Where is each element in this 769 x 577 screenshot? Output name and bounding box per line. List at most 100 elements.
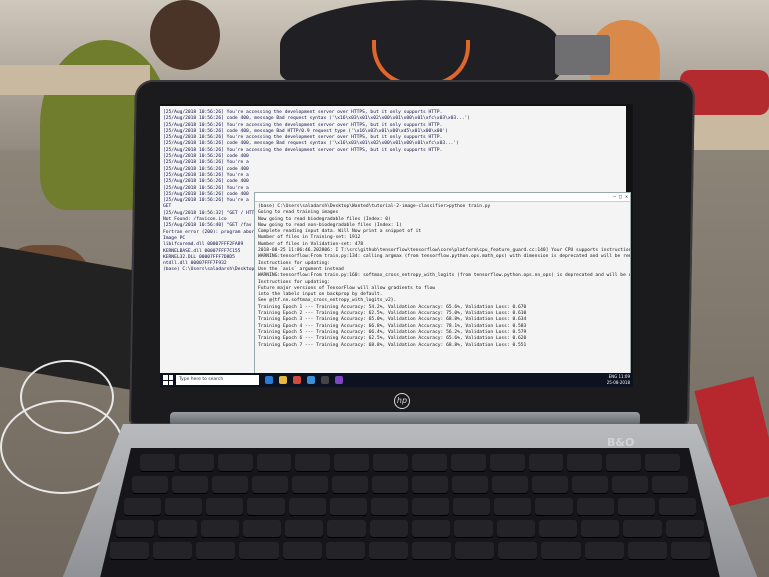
keyboard-key [132,476,168,493]
terminal-title-bar[interactable]: — □ ✕ [255,193,630,202]
laptop-background [555,35,610,75]
keyboard-key [498,542,538,559]
keyboard-key [617,498,655,515]
hp-logo: hp [394,393,410,409]
keyboard-key [541,542,581,559]
clock-time: 11:09 [618,374,630,379]
keyboard-key [576,498,614,515]
keyboard-key [665,520,704,537]
keyboard-key [455,542,495,559]
terminal-foreground: — □ ✕ (base) C:\Users\saladarsh\Desktop\… [254,192,631,376]
keyboard-key [200,520,239,537]
app-icon[interactable] [335,376,343,384]
keyboard-key [327,520,366,537]
terminal-line: Training Epoch 7 --- Training Accuracy: … [258,342,527,348]
edge-icon[interactable] [265,376,273,384]
keyboard-key [217,454,253,471]
keyboard-key [627,542,667,559]
key-row [124,498,696,515]
keyboard-key [492,476,528,493]
keyboard-key [124,498,162,515]
clock-date: 25-08-2018 [606,380,630,385]
keyboard-key [454,520,493,537]
language-indicator: ENG [608,374,618,379]
keyboard-key [496,520,535,537]
table-left [0,65,150,95]
keyboard-key [494,498,532,515]
keyboard [100,448,720,577]
window-controls[interactable]: — □ ✕ [613,193,628,201]
key-row [110,542,710,559]
keyboard-key [369,520,408,537]
taskbar-search-input[interactable]: Type here to search [176,375,259,385]
keyboard-key [212,476,248,493]
keyboard-key [332,476,368,493]
keyboard-key [532,476,568,493]
keyboard-key [411,498,450,515]
keyboard-key [658,498,696,515]
keyboard-key [567,454,603,471]
keyboard-key [581,520,620,537]
key-row [132,476,688,493]
keyboard-key [140,454,175,471]
keyboard-key [450,454,486,471]
keyboard-key [196,542,236,559]
keyboard-key [412,454,447,471]
laptop-screen: [25/Aug/2018 10:56:26] You're accessing … [160,104,633,387]
keyboard-key [535,498,573,515]
keyboard-key [652,476,688,493]
keyboard-key [239,542,279,559]
keyboard-key [606,454,642,471]
terminal-taskbar-icon[interactable] [321,376,329,384]
keyboard-key [329,498,367,515]
keyboard-key [452,476,488,493]
key-row [116,520,704,537]
keyboard-key [252,476,288,493]
keyboard-key [584,542,624,559]
keyboard-key [285,520,324,537]
laptop-hinge [170,412,640,426]
taskbar-clock[interactable]: ENG 11:09 25-08-2018 [607,374,630,386]
windows-taskbar: Type here to search ENG 11:09 25-08-2018 [160,373,633,387]
keyboard-key [528,454,564,471]
keyboard-key [172,476,208,493]
keyboard-key [292,476,328,493]
keyboard-key [370,498,408,515]
keyboard-key [282,542,322,559]
keyboard-key [412,476,448,493]
terminal-line: WARNING:tensorflow:From train.py:134: ca… [258,254,631,260]
keyboard-key [373,454,409,471]
keyboard-key [158,520,197,537]
keyboard-key [165,498,203,515]
keyboard-key [288,498,326,515]
keyboard-key [453,498,491,515]
keyboard-key [325,542,365,559]
keyboard-key [612,476,648,493]
keyboard-key [411,520,451,537]
keyboard-key [110,542,150,559]
keyboard-key [372,476,408,493]
windows-start-icon[interactable] [163,375,173,385]
keyboard-key [178,454,214,471]
keyboard-key [334,454,370,471]
terminal-foreground-lines: (base) C:\Users\saladarsh\Desktop\Wanted… [255,202,630,351]
keyboard-key [247,498,285,515]
keyboard-key [411,542,452,559]
keyboard-key [295,454,331,471]
keyboard-key [538,520,578,537]
keyboard-key [116,520,155,537]
keyboard-key [489,454,525,471]
file-explorer-icon[interactable] [279,376,287,384]
keyboard-key [153,542,193,559]
key-row [140,454,681,471]
person-left-head [150,0,220,70]
keyboard-key [368,542,408,559]
keyboard-key [670,542,710,559]
photo-scene: [25/Aug/2018 10:56:26] You're accessing … [0,0,769,577]
keyboard-key [256,454,292,471]
chrome-icon[interactable] [293,376,301,384]
keyboard-key [572,476,608,493]
keyboard-key [206,498,244,515]
store-icon[interactable] [307,376,315,384]
audio-badge: B&O [607,436,635,449]
